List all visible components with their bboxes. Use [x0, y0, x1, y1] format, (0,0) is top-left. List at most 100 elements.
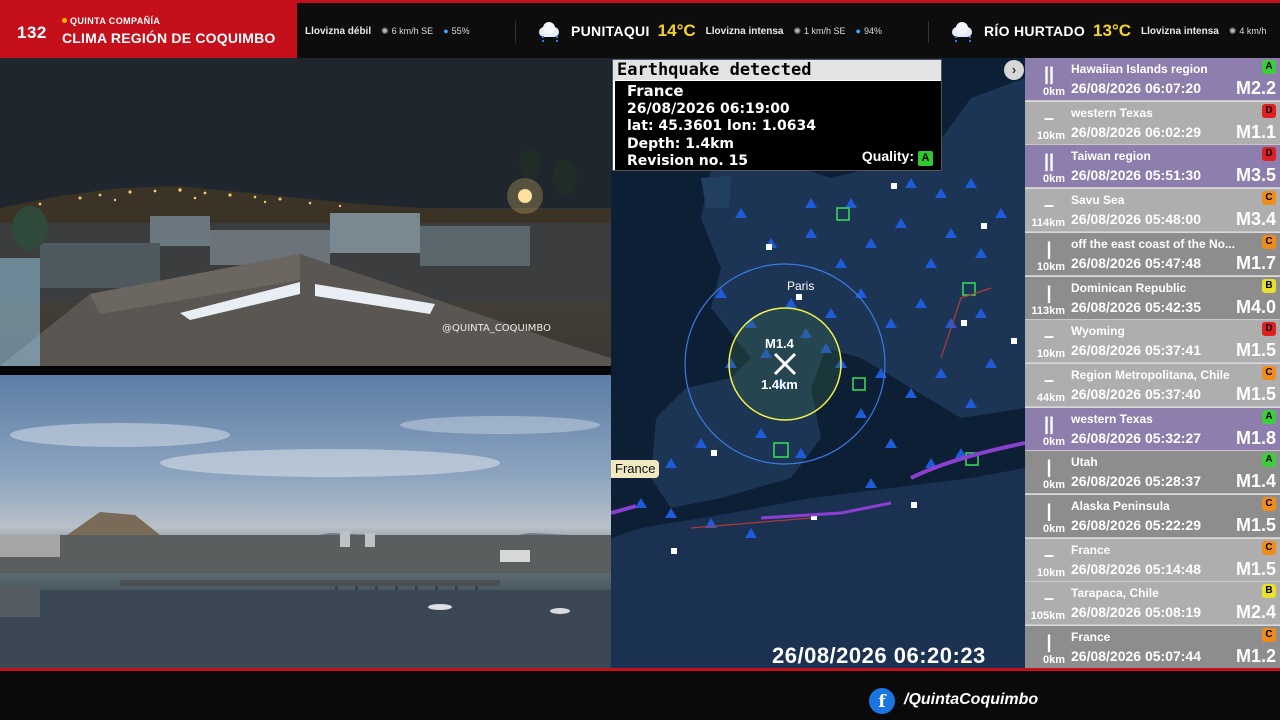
quake-list-item[interactable]: –10km Wyoming 26/08/2026 05:37:41 M1.5 D [1025, 320, 1280, 364]
footer-bar [0, 668, 1280, 720]
quake-time: 26/08/2026 05:08:19 [1071, 604, 1201, 621]
quake-list-item[interactable]: || 0km Hawaiian Islands region 26/08/2026 0… [1025, 58, 1280, 101]
quake-magnitude: M1.7 [1235, 252, 1276, 273]
event-coords: lat: 45.3601 lon: 1.0634 [627, 118, 816, 134]
signal-bars-icon: – [1043, 544, 1054, 565]
quake-time: 26/08/2026 05:22:29 [1071, 517, 1201, 533]
signal-bars-icon: || [1043, 151, 1055, 172]
quake-magnitude: M2.2 [1235, 78, 1276, 98]
quake-magnitude: M2.4 [1235, 602, 1276, 623]
signal-bars-icon: | [1046, 501, 1052, 521]
humidity-icon: ● [855, 26, 861, 36]
quake-list-item[interactable]: | 0km France 26/08/2026 05:07:44 M1.2 C [1025, 626, 1280, 670]
camera-feed-night: @QUINTA_COQUIMBO [0, 58, 611, 366]
quake-list-item[interactable]: | 113km Dominican Republic 26/08/2026 05:42… [1025, 276, 1280, 320]
channel-number: 132 [17, 23, 47, 42]
weather-condition: Llovizna intensa [705, 25, 784, 37]
location-tag: France [611, 460, 660, 478]
camera-feed-harbor [0, 375, 611, 668]
quake-list-item[interactable]: –10km France 26/08/2026 05:14:48 M1.5 C [1025, 538, 1280, 582]
quake-magnitude: M4.0 [1235, 296, 1276, 317]
weather-ticker-bar: 132 QUINTA COMPAÑÍA CLIMA REGIÓN DE COQU… [0, 0, 1280, 58]
quake-depth: 44km [1036, 391, 1065, 404]
signal-bars-icon: – [1043, 107, 1054, 128]
rain-cloud-icon [537, 22, 561, 42]
quake-region: France [1071, 630, 1111, 645]
quake-list-item[interactable]: –44km Region Metropolitana, Chile 26/08/20… [1025, 363, 1280, 407]
weather-location-2: RÍO HURTADO 13°C Llovizna intensa ✺ 4 km/… [950, 17, 1276, 45]
channel-brand: 132 QUINTA COMPAÑÍA CLIMA REGIÓN DE COQU… [0, 3, 297, 58]
quake-depth: 0km [1042, 86, 1065, 98]
quake-magnitude: M1.1 [1235, 121, 1276, 142]
quake-region: Hawaiian Islands region [1071, 62, 1208, 76]
company-name: QUINTA COMPAÑÍA [62, 16, 160, 26]
quality-badge: C [1262, 234, 1276, 249]
quality-badge: D [1262, 103, 1276, 118]
quake-depth: 113km [1031, 304, 1065, 317]
quake-region: Wyoming [1071, 324, 1125, 339]
quake-magnitude: M1.5 [1235, 383, 1276, 404]
social-handle[interactable]: /QuintaCoquimbo [904, 691, 1038, 709]
quake-magnitude: M3.5 [1235, 165, 1276, 186]
quake-magnitude: M3.4 [1235, 209, 1276, 230]
quake-list-item[interactable]: | 0km Utah 26/08/2026 05:28:37 M1.4 A [1025, 451, 1280, 495]
quake-region: Region Metropolitana, Chile [1071, 367, 1230, 382]
wind-icon: ✺ [793, 25, 801, 36]
quake-time: 26/08/2026 05:07:44 [1071, 648, 1201, 665]
quake-region: Alaska Peninsula [1071, 499, 1170, 513]
facebook-icon: f [869, 688, 895, 714]
quake-magnitude: M1.5 [1235, 340, 1276, 361]
rain-cloud-icon [950, 22, 974, 42]
weather-city: PUNITAQUI [571, 23, 650, 39]
collapse-button[interactable]: › [1004, 60, 1024, 80]
signal-bars-icon: – [1043, 195, 1054, 216]
quality-badge: B [1262, 584, 1276, 599]
status-dot-icon [62, 18, 67, 23]
weather-temp: 14°C [657, 21, 696, 40]
quake-time: 26/08/2026 06:07:20 [1071, 80, 1201, 96]
humidity-icon: ● [443, 26, 449, 36]
quality-badge: D [1262, 147, 1276, 162]
quake-list-item[interactable]: –10km western Texas 26/08/2026 06:02:29 M1.… [1025, 101, 1280, 145]
weather-humidity: ● 55% [443, 26, 470, 36]
quality-badge: C [1262, 628, 1276, 643]
quake-region: western Texas [1071, 411, 1153, 426]
quake-time: 26/08/2026 05:28:37 [1071, 473, 1201, 490]
camera-divider [0, 366, 611, 375]
signal-bars-icon: | [1046, 632, 1052, 653]
quality-badge: A [1262, 60, 1276, 74]
quake-list-item[interactable]: || 0km western Texas 26/08/2026 05:32:27 M1.… [1025, 407, 1280, 451]
quake-time: 26/08/2026 05:42:35 [1071, 298, 1201, 315]
event-datetime: 26/08/2026 06:19:00 [627, 100, 790, 117]
ticker-divider [515, 21, 516, 43]
wind-icon: ✺ [1228, 25, 1237, 36]
signal-bars-icon: || [1043, 64, 1055, 84]
camera-watermark: @QUINTA_COQUIMBO [442, 323, 551, 334]
quality-badge: A [1262, 453, 1276, 468]
quake-region: Tarapaca, Chile [1071, 586, 1159, 601]
quake-depth: 0km [1042, 654, 1065, 667]
ticker-divider [928, 21, 929, 43]
weather-wind: ✺ 6 km/h SE [381, 25, 434, 36]
quake-list-item[interactable]: –114km Savu Sea 26/08/2026 05:48:00 M3.4 C [1025, 189, 1280, 233]
quake-region: Utah [1071, 455, 1098, 470]
event-depth-label: 1.4km [761, 377, 798, 392]
quake-list-item[interactable]: | 10km off the east coast of the No... 26/0… [1025, 232, 1280, 276]
wind-icon: ✺ [381, 25, 389, 36]
event-magnitude-label: M1.4 [765, 336, 795, 351]
quality-badge: A [1262, 409, 1276, 424]
quake-list-item[interactable]: –105km Tarapaca, Chile 26/08/2026 05:08:19… [1025, 582, 1280, 626]
panel-title: Earthquake detected [613, 60, 941, 80]
quake-time: 26/08/2026 05:47:48 [1071, 254, 1201, 271]
signal-bars-icon: – [1043, 326, 1054, 347]
quake-depth: 0km [1042, 435, 1065, 448]
signal-bars-icon: | [1046, 282, 1052, 303]
quake-magnitude: M1.5 [1235, 558, 1276, 579]
quake-time: 26/08/2026 06:02:29 [1071, 123, 1201, 140]
quake-depth: 114km [1031, 217, 1065, 230]
quality-badge: C [1262, 365, 1276, 380]
signal-bars-icon: | [1046, 238, 1052, 259]
quake-depth: 0km [1042, 479, 1065, 492]
quake-list-item[interactable]: | 0km Alaska Peninsula 26/08/2026 05:22:29 M… [1025, 495, 1280, 538]
quake-list-item[interactable]: || 0km Taiwan region 26/08/2026 05:51:30 M3.… [1025, 145, 1280, 189]
